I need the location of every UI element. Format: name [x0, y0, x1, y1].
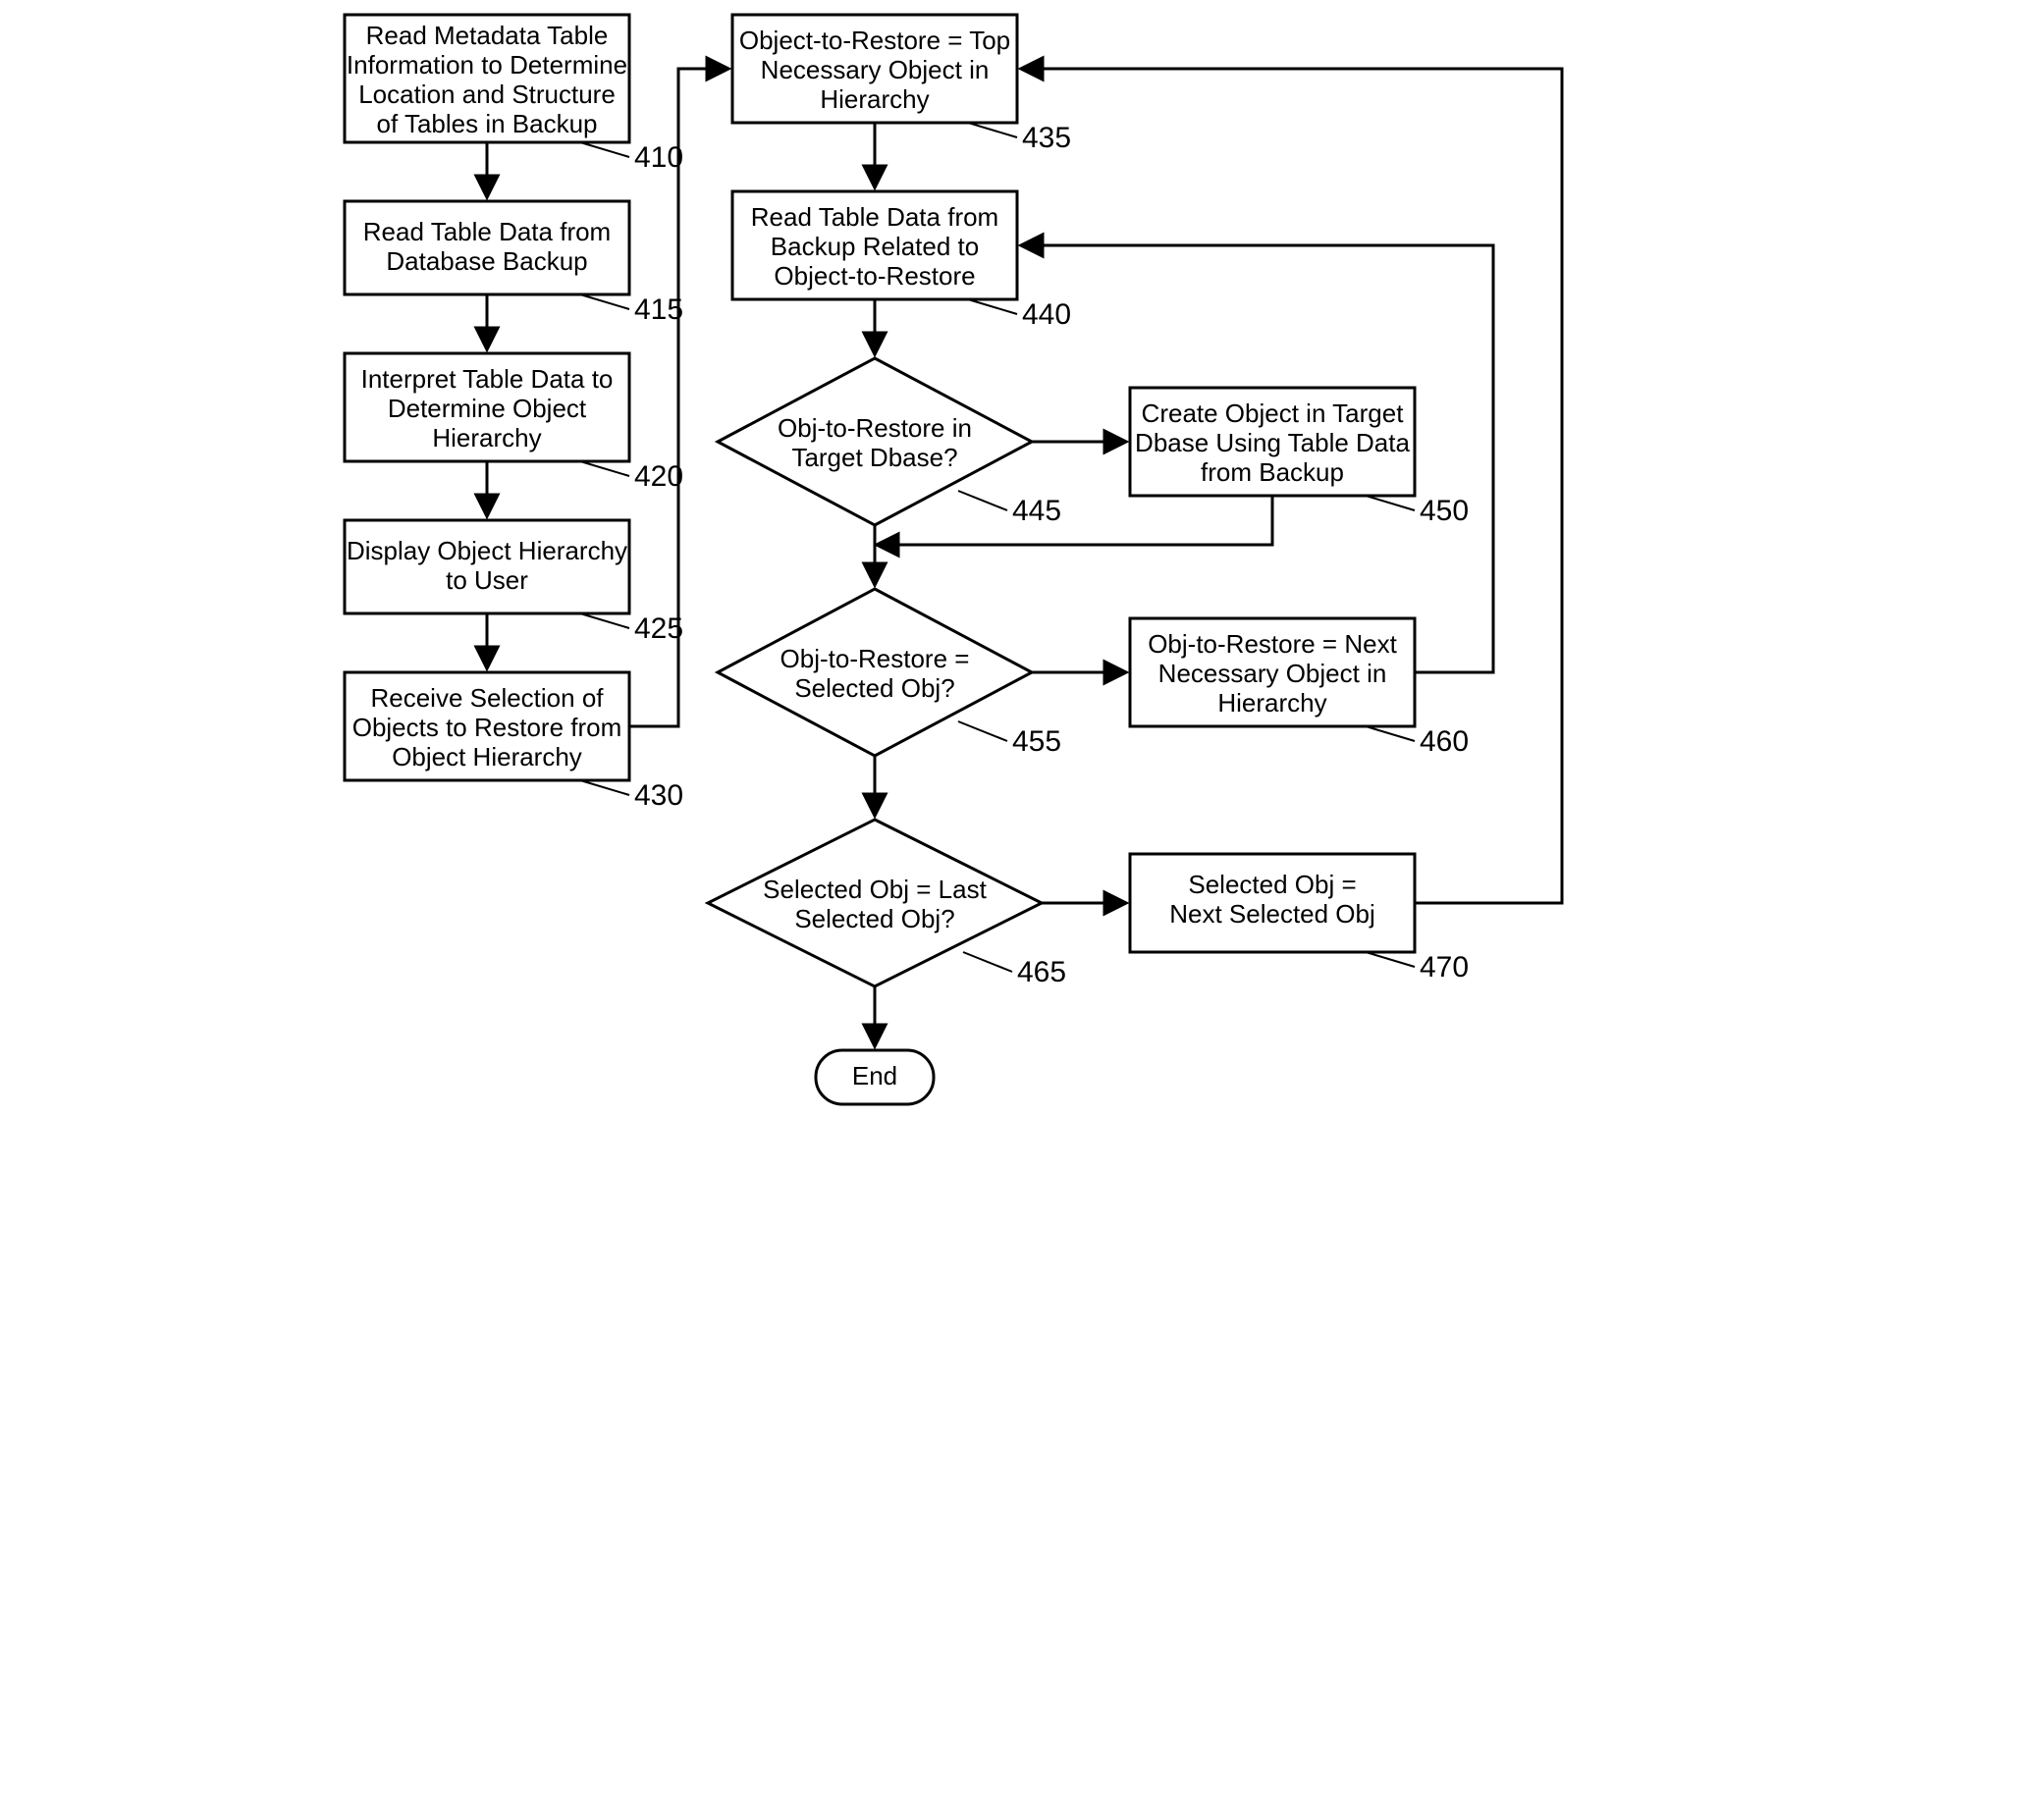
ref-465: 465 [1017, 956, 1066, 988]
text-435-l1: Object-to-Restore = Top [739, 26, 1010, 55]
leader-425 [580, 613, 629, 628]
leader-415 [580, 294, 629, 309]
ref-445: 445 [1012, 495, 1061, 527]
text-470-l1: Selected Obj = [1188, 870, 1356, 899]
text-415-l2: Database Backup [386, 246, 587, 276]
leader-430 [580, 780, 629, 795]
text-410-l3: Location and Structure [358, 80, 616, 109]
leader-440 [968, 299, 1017, 314]
ref-450: 450 [1420, 495, 1469, 527]
leader-445 [958, 491, 1007, 510]
text-420-l1: Interpret Table Data to [361, 364, 614, 394]
leader-420 [580, 461, 629, 476]
text-end: End [852, 1061, 897, 1090]
ref-415: 415 [634, 293, 683, 326]
text-410-l4: of Tables in Backup [377, 109, 598, 138]
ref-425: 425 [634, 612, 683, 645]
text-415-l1: Read Table Data from [363, 217, 611, 246]
ref-430: 430 [634, 779, 683, 812]
text-440-l2: Backup Related to [771, 232, 979, 261]
text-455-l1: Obj-to-Restore = [780, 644, 970, 673]
leader-465 [963, 952, 1012, 972]
text-410-l1: Read Metadata Table [366, 21, 609, 50]
ref-460: 460 [1420, 725, 1469, 758]
text-465-l2: Selected Obj? [794, 904, 954, 933]
leader-410 [580, 142, 629, 157]
text-455-l2: Selected Obj? [794, 673, 954, 703]
text-420-l2: Determine Object [388, 394, 587, 423]
text-460-l3: Hierarchy [1217, 688, 1326, 717]
flowchart: Read Metadata Table Information to Deter… [286, 0, 1758, 1305]
text-470-l2: Next Selected Obj [1169, 899, 1375, 929]
text-435-l2: Necessary Object in [761, 55, 990, 84]
text-425-l1: Display Object Hierarchy [347, 536, 627, 565]
text-450-l2: Dbase Using Table Data [1135, 428, 1410, 457]
leader-450 [1366, 496, 1415, 510]
leader-455 [958, 721, 1007, 741]
text-440-l1: Read Table Data from [751, 202, 998, 232]
ref-435: 435 [1022, 122, 1071, 154]
text-465-l1: Selected Obj = Last [763, 875, 987, 904]
arrow-450-join [878, 496, 1272, 545]
leader-470 [1366, 952, 1415, 967]
ref-455: 455 [1012, 725, 1061, 758]
ref-440: 440 [1022, 298, 1071, 331]
text-445-l1: Obj-to-Restore in [778, 413, 972, 443]
text-450-l3: from Backup [1201, 457, 1344, 487]
text-435-l3: Hierarchy [820, 84, 929, 114]
text-430-l1: Receive Selection of [370, 683, 604, 713]
text-440-l3: Object-to-Restore [774, 261, 975, 291]
ref-420: 420 [634, 460, 683, 493]
text-410-l2: Information to Determine [347, 50, 627, 80]
leader-460 [1366, 726, 1415, 741]
text-430-l3: Object Hierarchy [392, 742, 582, 771]
ref-410: 410 [634, 141, 683, 174]
leader-435 [968, 123, 1017, 137]
text-430-l2: Objects to Restore from [352, 713, 622, 742]
text-460-l2: Necessary Object in [1158, 659, 1387, 688]
text-450-l1: Create Object in Target [1142, 399, 1405, 428]
text-425-l2: to User [446, 565, 528, 595]
ref-470: 470 [1420, 951, 1469, 983]
text-420-l3: Hierarchy [432, 423, 541, 452]
text-460-l1: Obj-to-Restore = Next [1148, 629, 1397, 659]
text-445-l2: Target Dbase? [791, 443, 957, 472]
